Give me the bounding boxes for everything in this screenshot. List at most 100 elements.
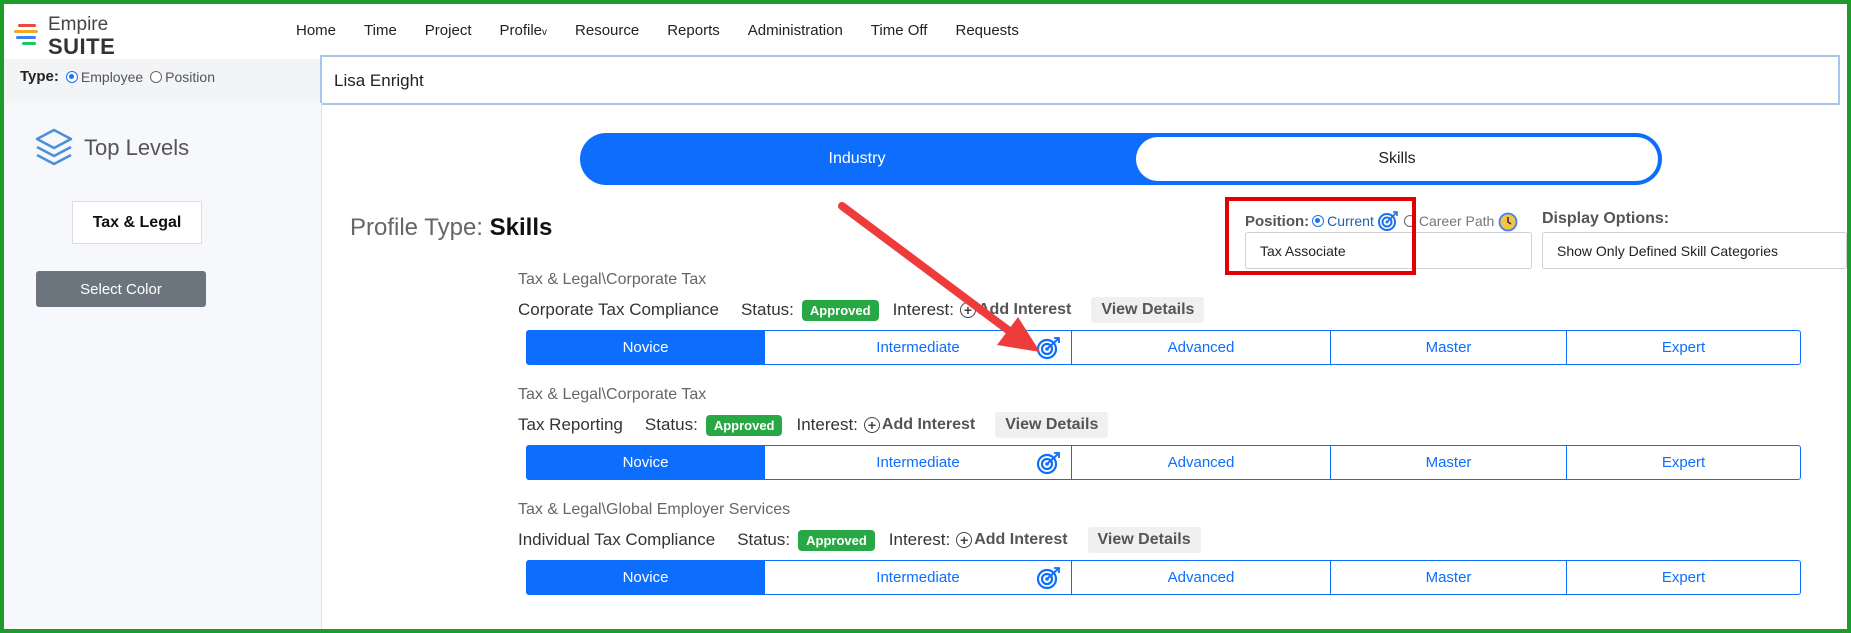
nav-administration[interactable]: Administration [748,22,843,39]
top-levels-header: Top Levels [34,127,189,169]
skill-name: Tax Reporting [518,415,623,434]
clock-icon [1498,212,1518,232]
plus-circle-icon: + [959,302,976,318]
level-expert[interactable]: Expert [1567,331,1800,364]
type-employee-label[interactable]: Employee [81,69,143,85]
level-novice[interactable]: Novice [527,446,765,479]
target-icon [1377,211,1398,231]
plus-circle-icon: + [956,532,973,548]
nav-project[interactable]: Project [425,22,472,39]
skill-category-path: Tax & Legal\Global Employer Services [518,501,791,518]
status-label: Status: [737,530,791,549]
nav-requests[interactable]: Requests [955,22,1018,39]
skill-row: Corporate Tax Compliance Status: Approve… [518,297,1205,323]
nav-profile-label: Profile [499,22,543,39]
add-interest-button[interactable]: + Add Interest [956,531,1068,549]
skill-level-bar: Novice Intermediate Advanced Master Expe… [526,560,1801,595]
nav-profile-caret-icon: v [542,27,548,38]
empire-suite-logo[interactable]: Empire SUITE [14,12,124,59]
nav-time-off[interactable]: Time Off [871,22,928,39]
top-header: Empire SUITE Home Time Project Profilev … [4,4,1847,59]
toggle-skills[interactable]: Skills [1136,137,1658,181]
skill-name: Corporate Tax Compliance [518,300,719,319]
skill-level-bar: Novice Intermediate Advanced Master Expe… [526,330,1801,365]
target-icon [1036,567,1060,590]
nav-reports[interactable]: Reports [667,22,720,39]
logo-text-suite: SUITE [48,34,116,59]
level-advanced[interactable]: Advanced [1072,446,1331,479]
level-expert[interactable]: Expert [1567,446,1800,479]
plus-circle-icon: + [863,417,880,433]
type-label: Type: [20,68,59,85]
status-badge: Approved [798,529,875,551]
select-color-button[interactable]: Select Color [36,271,206,307]
skill-block: Tax & Legal\Corporate Tax Tax Reporting … [518,386,1808,480]
display-options-label: Display Options: [1542,210,1670,227]
level-novice[interactable]: Novice [527,331,765,364]
logo-text-empire: Empire [48,14,109,35]
level-expert[interactable]: Expert [1567,561,1800,594]
position-label: Position: [1245,212,1310,230]
skill-category-path: Tax & Legal\Corporate Tax [518,271,707,288]
top-levels-title: Top Levels [84,135,190,160]
toggle-industry[interactable]: Industry [580,137,1134,181]
skill-level-bar: Novice Intermediate Advanced Master Expe… [526,445,1801,480]
skill-category-path: Tax & Legal\Corporate Tax [518,386,707,403]
add-interest-button[interactable]: + Add Interest [959,301,1072,319]
interest-label: Interest: [796,415,858,434]
top-level-tax-legal[interactable]: Tax & Legal [72,201,202,244]
skill-row: Tax Reporting Status: Approved Interest:… [518,412,1109,438]
employee-search-input[interactable] [334,69,1734,93]
industry-skills-toggle: Industry Skills [580,133,1662,185]
level-intermediate-label: Intermediate [876,454,960,471]
level-master[interactable]: Master [1331,446,1567,479]
type-selector-bar: Type: Employee Position [4,59,322,103]
position-career-path-label[interactable]: Career Path [1419,213,1494,229]
profile-type-value: Skills [489,214,553,241]
sidebar: Top Levels Tax & Legal Select Color [4,103,322,629]
level-intermediate[interactable]: Intermediate [765,446,1072,479]
level-master[interactable]: Master [1331,331,1567,364]
skill-block: Tax & Legal\Corporate Tax Corporate Tax … [518,271,1808,365]
level-advanced[interactable]: Advanced [1072,331,1331,364]
skill-row: Individual Tax Compliance Status: Approv… [518,527,1201,553]
logo-bars-icon [14,24,40,48]
position-current-label[interactable]: Current [1327,213,1374,229]
view-details-button[interactable]: View Details [995,412,1109,438]
level-novice[interactable]: Novice [527,561,765,594]
position-current-radio[interactable] [1312,215,1325,227]
target-icon [1036,452,1060,475]
employee-search-box [320,55,1840,105]
position-career-path-radio[interactable] [1403,215,1416,227]
type-position-radio[interactable] [150,70,163,83]
view-details-button[interactable]: View Details [1091,297,1205,323]
layers-icon [35,128,73,166]
add-interest-label: Add Interest [974,531,1068,548]
add-interest-button[interactable]: + Add Interest [863,416,976,434]
skill-block: Tax & Legal\Global Employer Services Ind… [518,501,1808,595]
status-label: Status: [740,300,794,319]
nav-profile[interactable]: Profilev [499,22,547,39]
nav-time[interactable]: Time [364,22,397,39]
add-interest-label: Add Interest [881,416,976,433]
view-details-button[interactable]: View Details [1087,527,1201,553]
level-intermediate[interactable]: Intermediate [765,561,1072,594]
status-badge: Approved [705,414,783,436]
main-nav: Home Time Project Profilev Resource Repo… [296,22,1047,39]
type-employee-radio[interactable] [65,70,78,83]
add-interest-label: Add Interest [977,301,1072,318]
nav-home[interactable]: Home [296,22,336,39]
position-field[interactable]: Tax Associate [1245,232,1532,269]
position-options: Position: Current Career Path [1245,210,1519,232]
skill-name: Individual Tax Compliance [518,530,716,549]
level-advanced[interactable]: Advanced [1072,561,1331,594]
status-badge: Approved [801,299,879,321]
level-master[interactable]: Master [1331,561,1567,594]
profile-type-label: Profile Type: [350,214,483,241]
nav-resource[interactable]: Resource [575,22,639,39]
level-intermediate-label: Intermediate [876,569,960,586]
profile-type-heading: Profile Type: Skills [350,214,552,242]
display-options-select[interactable]: Show Only Defined Skill Categories [1542,232,1847,269]
type-position-label[interactable]: Position [165,69,215,85]
level-intermediate[interactable]: Intermediate [765,331,1072,364]
